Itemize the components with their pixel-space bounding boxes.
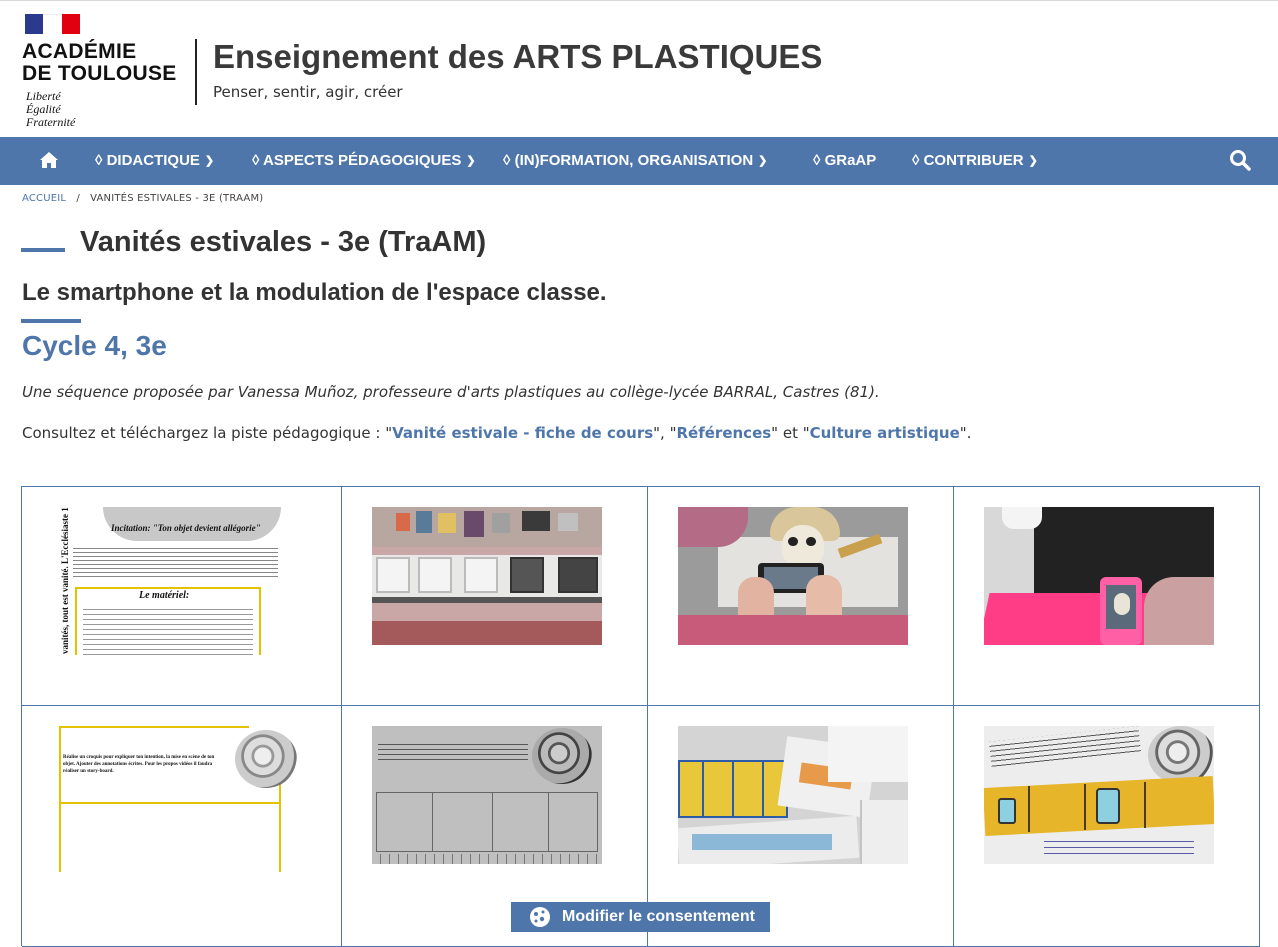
doc-side-text: vanités, tout est vanité. L'Ecclésiaste …: [60, 507, 70, 654]
author-intro: Une séquence proposée par Vanessa Muñoz,…: [22, 383, 880, 401]
search-icon[interactable]: [1229, 149, 1251, 171]
academy-name[interactable]: ACADÉMIE DE TOULOUSE: [22, 41, 177, 85]
level-heading: Cycle 4, 3e: [22, 330, 167, 361]
gallery-thumb-document-incitation[interactable]: vanités, tout est vanité. L'Ecclésiaste …: [59, 507, 283, 655]
gallery-thumb-storyboards[interactable]: [678, 726, 908, 864]
consent-button[interactable]: Modifier le consentement: [511, 902, 770, 932]
academy-line-1: ACADÉMIE: [22, 40, 137, 63]
gallery-thumb-skull-photo[interactable]: [678, 507, 908, 645]
gallery-thumb-storyboard-yellow[interactable]: [984, 726, 1214, 864]
nav-item-aspects-pedagogiques[interactable]: ◊ ASPECTS PÉDAGOGIQUES ❯: [252, 137, 476, 185]
main-nav: ◊ DIDACTIQUE ❯ ◊ ASPECTS PÉDAGOGIQUES ❯ ◊ …: [0, 137, 1278, 185]
home-icon[interactable]: [39, 151, 59, 169]
nav-label: ◊ GRaAP: [813, 152, 877, 169]
motto-fraternite: Fraternité: [26, 115, 76, 129]
title-accent-bar: [21, 248, 65, 252]
chevron-down-icon: ❯: [758, 155, 768, 167]
consult-suffix: ".: [959, 424, 972, 442]
nav-label: ◊ CONTRIBUER: [912, 152, 1024, 169]
marianne-flag-logo: [25, 14, 80, 34]
nav-item-contribuer[interactable]: ◊ CONTRIBUER ❯: [912, 137, 1038, 185]
chevron-down-icon: ❯: [466, 155, 476, 167]
doc-incitation-heading: Incitation: "Ton objet devient allégorie…: [111, 523, 261, 533]
gallery-cell[interactable]: vanités, tout est vanité. L'Ecclésiaste …: [22, 487, 342, 706]
level-accent-bar: [21, 319, 81, 323]
doc-croquis-line-2: objet. Ajouter des annotations écrites. …: [63, 762, 213, 767]
consult-paragraph: Consultez et téléchargez la piste pédago…: [22, 424, 971, 442]
gallery-cell[interactable]: Réalise un croquis pour expliquer ton in…: [22, 706, 342, 947]
chevron-down-icon: ❯: [204, 155, 215, 167]
nav-label: ◊ DIDACTIQUE: [95, 152, 200, 169]
consent-label: Modifier le consentement: [562, 908, 755, 925]
doc-croquis-line-1: Réalise un croquis pour expliquer ton in…: [63, 755, 215, 760]
consult-prefix: Consultez et téléchargez la piste pédago…: [22, 424, 393, 442]
gallery-thumb-phone-photo[interactable]: [984, 507, 1214, 645]
consult-sep-1: ", ": [653, 424, 677, 442]
page-title: Vanités estivales - 3e (TraAM): [80, 226, 487, 258]
academy-line-2: DE TOULOUSE: [22, 62, 177, 85]
site-title[interactable]: Enseignement des ARTS PLASTIQUES: [213, 38, 822, 76]
page-subtitle: Le smartphone et la modulation de l'espa…: [22, 279, 607, 306]
gallery-cell[interactable]: [954, 487, 1260, 706]
doc-croquis-line-3: réaliser un story-board.: [63, 769, 114, 774]
site-header: ACADÉMIE DE TOULOUSE Liberté Égalité Fra…: [0, 1, 1278, 137]
gallery-thumb-document-croquis[interactable]: Réalise un croquis pour expliquer ton in…: [59, 726, 297, 872]
gallery-thumb-classroom[interactable]: [372, 507, 602, 645]
link-fiche-de-cours[interactable]: Vanité estivale - fiche de cours: [392, 424, 653, 442]
nav-item-graap[interactable]: ◊ GRaAP: [813, 137, 876, 185]
breadcrumb-separator-char: /: [76, 193, 80, 204]
nav-label: ◊ ASPECTS PÉDAGOGIQUES: [252, 152, 462, 169]
republic-motto: Liberté Égalité Fraternité: [26, 90, 75, 129]
site-subtitle: Penser, sentir, agir, créer: [213, 83, 403, 101]
breadcrumb-separator: /: [70, 193, 87, 204]
nav-label: ◊ (IN)FORMATION, ORGANISATION: [503, 152, 754, 169]
doc-materiel-heading: Le matériel:: [139, 590, 190, 601]
gallery-cell[interactable]: [954, 706, 1260, 947]
gallery-cell[interactable]: [342, 487, 648, 706]
link-culture-artistique[interactable]: Culture artistique: [810, 424, 960, 442]
breadcrumb-home-link[interactable]: ACCUEIL: [22, 193, 66, 204]
cookie-icon: [530, 907, 550, 927]
chevron-down-icon: ❯: [1028, 155, 1038, 167]
consult-sep-2: " et ": [771, 424, 810, 442]
image-gallery: vanités, tout est vanité. L'Ecclésiaste …: [21, 486, 1260, 947]
doc-croquis-instructions: Réalise un croquis pour expliquer ton in…: [63, 754, 233, 775]
breadcrumb-current: VANITÉS ESTIVALES - 3E (TRAAM): [90, 193, 264, 204]
breadcrumb: ACCUEIL / VANITÉS ESTIVALES - 3E (TRAAM): [22, 193, 263, 204]
header-divider: [195, 39, 197, 105]
nav-item-didactique[interactable]: ◊ DIDACTIQUE ❯: [95, 137, 214, 185]
link-references[interactable]: Références: [677, 424, 772, 442]
gallery-thumb-sketch[interactable]: [372, 726, 602, 864]
nav-item-information-organisation[interactable]: ◊ (IN)FORMATION, ORGANISATION ❯: [503, 137, 767, 185]
gallery-cell[interactable]: [648, 487, 954, 706]
